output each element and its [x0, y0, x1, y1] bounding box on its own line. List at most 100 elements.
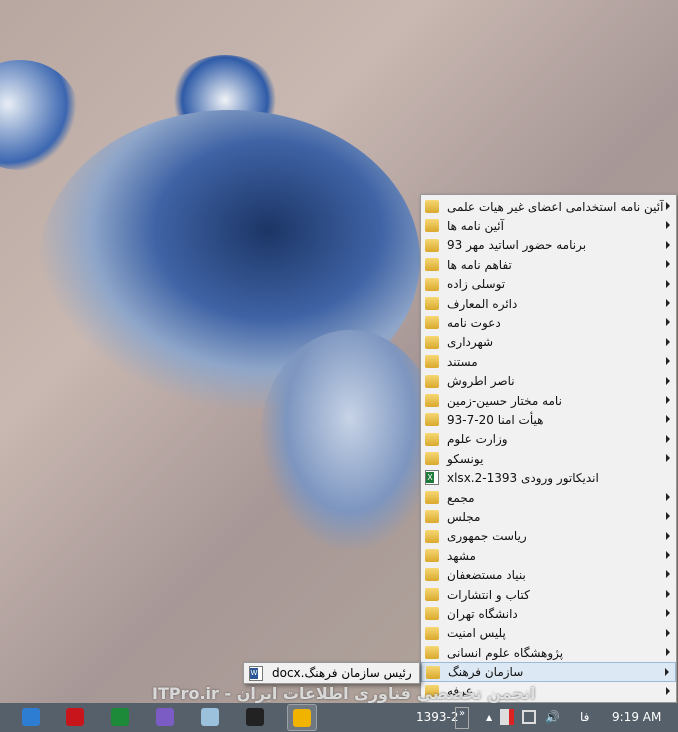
- show-hidden-icons-icon[interactable]: ▲: [486, 713, 492, 722]
- menu-item[interactable]: مشهد: [421, 546, 676, 565]
- menu-item[interactable]: سازمان فرهنگ: [421, 662, 676, 682]
- language-indicator[interactable]: فا: [580, 710, 589, 724]
- menu-item-label: مستند: [447, 354, 478, 369]
- menu-item-label: برنامه حضور اساتید مهر 93: [447, 238, 587, 253]
- menu-item[interactable]: ناصر اطروش: [421, 372, 676, 391]
- folder-icon: [425, 219, 439, 233]
- chevron-right-icon: [666, 609, 670, 618]
- menu-item[interactable]: برنامه حضور اساتید مهر 93: [421, 236, 676, 255]
- menu-item[interactable]: دانشگاه تهران: [421, 604, 676, 623]
- menu-item-label: تفاهم نامه ها: [447, 257, 512, 272]
- menu-item[interactable]: تفاهم نامه ها: [421, 255, 676, 274]
- menu-item-label: شهرداری: [447, 335, 494, 350]
- chevron-right-icon: [666, 454, 670, 463]
- bing-icon[interactable]: [287, 704, 317, 731]
- clock[interactable]: 9:19 AM: [612, 710, 661, 724]
- viber-icon[interactable]: [156, 708, 174, 726]
- mail-icon[interactable]: [22, 708, 40, 726]
- chevron-right-icon: [666, 298, 670, 307]
- menu-item-label: مجمع: [447, 490, 475, 505]
- acrobat-icon[interactable]: [66, 708, 84, 726]
- chevron-right-icon: [666, 202, 670, 210]
- menu-item[interactable]: مستند: [421, 352, 676, 371]
- menu-item[interactable]: آئین نامه استخدامی اعضای غیر هیات علمی: [421, 197, 676, 216]
- menu-item-label: توسلی زاده: [447, 277, 506, 292]
- menu-item[interactable]: مجمع: [421, 488, 676, 507]
- menu-item[interactable]: ریاست جمهوری: [421, 527, 676, 546]
- chevron-right-icon: [666, 628, 670, 637]
- menu-item[interactable]: شهرداری: [421, 333, 676, 352]
- taskbar: 1393-2 » ▲ 🔊 فا 9:19 AM: [0, 703, 678, 732]
- menu-item[interactable]: دائره المعارف: [421, 294, 676, 313]
- volume-icon[interactable]: 🔊: [545, 710, 560, 724]
- toolbar-expand-icon[interactable]: »: [455, 707, 469, 729]
- menu-item-label: مجلس: [447, 509, 481, 524]
- menu-item[interactable]: آئین نامه ها: [421, 216, 676, 235]
- chevron-right-icon: [666, 240, 670, 249]
- submenu-file-label: رئیس سازمان فرهنگ.docx: [272, 666, 412, 680]
- folder-icon: [425, 549, 439, 563]
- menu-item[interactable]: پژوهشگاه علوم انسانی: [421, 643, 676, 662]
- menu-item-label: اندیکاتور ورودی 1393-2.xlsx: [447, 471, 599, 486]
- folder-icon: [425, 510, 439, 524]
- menu-item[interactable]: یونسکو: [421, 449, 676, 468]
- chevron-right-icon: [666, 357, 670, 366]
- menu-item-label: نامه مختار حسین-زمین: [447, 393, 562, 408]
- folder-icon: [425, 490, 439, 504]
- menu-item[interactable]: پلیس امنیت: [421, 624, 676, 643]
- folder-icon: [425, 374, 439, 388]
- menu-item[interactable]: بنیاد مستضعفان: [421, 565, 676, 584]
- menu-item-label: بنیاد مستضعفان: [447, 568, 526, 583]
- chevron-right-icon: [666, 221, 670, 230]
- chevron-right-icon: [666, 551, 670, 560]
- chevron-right-icon: [666, 647, 670, 656]
- cmd-icon[interactable]: [246, 708, 264, 726]
- folder-icon: [425, 200, 439, 213]
- action-center-flag-icon[interactable]: [500, 709, 514, 725]
- chevron-right-icon: [666, 279, 670, 288]
- chevron-right-icon: [666, 512, 670, 521]
- chevron-right-icon: [665, 668, 669, 677]
- menu-item[interactable]: نامه مختار حسین-زمین: [421, 391, 676, 410]
- notepad-icon[interactable]: [201, 708, 219, 726]
- folder-icon: [425, 452, 439, 466]
- menu-item-label: آئین نامه استخدامی اعضای غیر هیات علمی: [447, 199, 664, 214]
- menu-item[interactable]: اندیکاتور ورودی 1393-2.xlsx: [421, 468, 676, 487]
- folder-icon: [425, 529, 439, 543]
- menu-item[interactable]: توسلی زاده: [421, 275, 676, 294]
- network-icon[interactable]: [522, 710, 536, 724]
- excel-file-icon: [425, 470, 439, 486]
- folder-icon: [425, 607, 439, 621]
- chevron-right-icon: [666, 686, 670, 695]
- menu-item[interactable]: وزارت علوم: [421, 430, 676, 449]
- folder-icon: [425, 393, 439, 407]
- menu-item[interactable]: هیأت امنا 20-7-93: [421, 410, 676, 429]
- folder-icon: [425, 296, 439, 310]
- folder-icon: [425, 238, 439, 252]
- chevron-right-icon: [666, 492, 670, 501]
- chevron-right-icon: [666, 337, 670, 346]
- menu-item[interactable]: کتاب و انتشارات: [421, 585, 676, 604]
- chevron-right-icon: [666, 395, 670, 404]
- chevron-right-icon: [666, 589, 670, 598]
- chevron-right-icon: [666, 570, 670, 579]
- menu-item[interactable]: دعوت نامه: [421, 313, 676, 332]
- menu-item-label: وزارت علوم: [447, 432, 508, 447]
- excel-icon[interactable]: [111, 708, 129, 726]
- folder-icon: [425, 316, 439, 330]
- menu-item-label: مشهد: [447, 548, 476, 563]
- folder-context-menu: آئین نامه استخدامی اعضای غیر هیات علمی آئ…: [420, 194, 677, 703]
- folder-icon: [425, 568, 439, 582]
- menu-item-label: پژوهشگاه علوم انسانی: [447, 645, 564, 660]
- menu-item-label: ناصر اطروش: [447, 374, 515, 389]
- menu-item-label: آئین نامه ها: [447, 219, 504, 234]
- chevron-right-icon: [666, 415, 670, 424]
- menu-item-label: هیأت امنا 20-7-93: [447, 412, 544, 427]
- folder-icon: [425, 587, 439, 601]
- chevron-right-icon: [666, 376, 670, 385]
- toolbar-label[interactable]: 1393-2: [416, 710, 459, 724]
- menu-item[interactable]: مجلس: [421, 507, 676, 526]
- folder-icon: [425, 335, 439, 349]
- chevron-right-icon: [666, 318, 670, 327]
- submenu-file-item[interactable]: رئیس سازمان فرهنگ.docx: [243, 662, 420, 684]
